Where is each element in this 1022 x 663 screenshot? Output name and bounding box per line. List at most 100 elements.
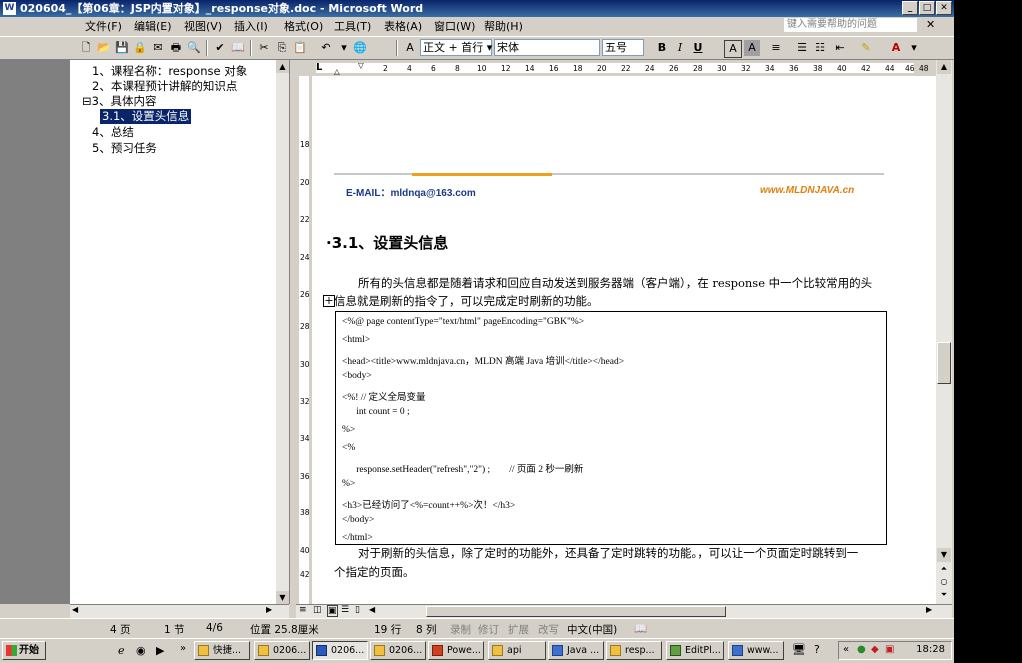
previous-page-icon[interactable]: ⏶ (937, 564, 951, 576)
email-icon[interactable]: ✉ (150, 40, 166, 56)
menu-format[interactable]: 格式(O) (284, 19, 323, 34)
open-folder-icon[interactable]: 📂 (96, 40, 112, 56)
first-line-indent-icon[interactable]: ▽ (358, 61, 364, 70)
highlight-icon[interactable]: ✎ (858, 40, 874, 56)
font-color-icon[interactable]: A (888, 40, 904, 56)
next-page-icon[interactable]: ⏷ (937, 590, 951, 602)
quicklaunch-more-icon[interactable]: » (180, 643, 186, 654)
undo-icon[interactable]: ↶ (318, 40, 334, 56)
minimize-icon[interactable]: _ (902, 1, 918, 15)
desktop-quicklaunch-icon[interactable]: ◉ (136, 644, 146, 657)
status-overtype[interactable]: 改写 (538, 622, 559, 637)
clock[interactable]: 18:28 (916, 644, 945, 655)
menu-file[interactable]: 文件(F) (85, 19, 122, 34)
menu-edit[interactable]: 编辑(E) (134, 19, 172, 34)
menu-window[interactable]: 窗口(W) (434, 19, 475, 34)
font-color-dropdown-icon[interactable]: ▾ (906, 40, 922, 56)
print-view-icon[interactable]: ▣ (327, 605, 338, 617)
close-icon[interactable]: ✕ (936, 1, 952, 15)
normal-view-icon[interactable]: ≡ (299, 605, 307, 615)
styles-icon[interactable]: A (402, 40, 418, 56)
taskbar-item[interactable]: EditPl... (666, 641, 724, 660)
media-quicklaunch-icon[interactable]: ▶ (156, 644, 164, 657)
taskbar-item[interactable]: www... (728, 641, 784, 660)
taskbar-item[interactable]: api (488, 641, 546, 660)
taskbar-item[interactable]: 0206... (370, 641, 426, 660)
taskbar-item-quick[interactable]: 快捷... (194, 641, 250, 660)
code-table[interactable]: <%@ page contentType="text/html" pageEnc… (335, 311, 887, 545)
bullets-icon[interactable]: ☷ (812, 40, 828, 56)
horizontal-scroll-thumb[interactable] (426, 606, 726, 617)
scroll-up-icon[interactable]: ▲ (937, 60, 951, 74)
menu-tools[interactable]: 工具(T) (334, 19, 371, 34)
save-icon[interactable]: 💾 (114, 40, 130, 56)
decrease-indent-icon[interactable]: ⇤ (832, 40, 848, 56)
menu-insert[interactable]: 插入(I) (234, 19, 268, 34)
volume-icon[interactable]: ▣ (885, 644, 894, 655)
outline-horizontal-scrollbar[interactable]: ◀ ▶ (70, 604, 289, 618)
bold-icon[interactable]: B (654, 40, 670, 56)
font-combo[interactable]: 宋体 (494, 39, 600, 56)
print-icon[interactable]: 🖶 (168, 40, 184, 56)
reading-view-icon[interactable]: ▯ (355, 605, 360, 615)
align-justify-icon[interactable]: ≡ (768, 40, 784, 56)
scroll-right-icon[interactable]: ▶ (266, 605, 272, 614)
start-button[interactable]: 开始 (2, 641, 46, 660)
vertical-ruler[interactable]: 18 20 22 24 26 28 30 32 34 36 38 40 42 (296, 60, 312, 604)
browse-object-icon[interactable]: ○ (937, 577, 951, 589)
tray-expand-icon[interactable]: « (843, 644, 849, 655)
help-question-input[interactable]: 键入需要帮助的问题 (784, 18, 917, 32)
scroll-up-icon[interactable]: ▲ (276, 60, 289, 73)
outline-item-course-name[interactable]: 1、课程名称：response 对象 (92, 64, 247, 79)
web-view-icon[interactable]: ◫ (313, 605, 322, 615)
char-shading-icon[interactable]: A (744, 40, 760, 56)
document-horizontal-scrollbar[interactable]: ≡ ◫ ▣ ☰ ▯ ◀ ▶ (296, 604, 952, 618)
word-app-icon[interactable]: W (3, 2, 16, 15)
outline-item-knowledge-points[interactable]: 2、本课程预计讲解的知识点 (92, 79, 237, 94)
underline-icon[interactable]: U (690, 40, 706, 56)
menu-table[interactable]: 表格(A) (384, 19, 422, 34)
menu-help[interactable]: 帮助(H) (484, 19, 523, 34)
italic-icon[interactable]: I (672, 40, 688, 56)
scroll-left-icon[interactable]: ◀ (72, 605, 78, 614)
tab-stop-icon[interactable]: L (316, 62, 322, 73)
spelling-icon[interactable]: ✔ (212, 40, 228, 56)
taskbar-item-word-active[interactable]: 0206... (312, 641, 368, 660)
document-vertical-scrollbar[interactable]: ▲ ▼ ⏶ ○ ⏷ (936, 60, 952, 604)
taskbar-item[interactable]: Java ... (548, 641, 604, 660)
permission-icon[interactable]: 🔒 (132, 40, 148, 56)
ie-quicklaunch-icon[interactable]: ℯ (118, 644, 125, 657)
taskbar-item[interactable]: Powe... (428, 641, 484, 660)
help-icon[interactable]: ? (814, 643, 820, 656)
undo-dropdown-icon[interactable]: ▾ (336, 40, 352, 56)
copy-icon[interactable]: ⎘ (274, 40, 290, 56)
outline-item-set-header[interactable]: 3.1、设置头信息 (100, 109, 192, 124)
scroll-down-icon[interactable]: ▼ (937, 548, 951, 562)
document-close-icon[interactable]: ✕ (926, 18, 935, 31)
status-extend[interactable]: 扩展 (508, 622, 529, 637)
hyperlink-icon[interactable]: 🌐 (352, 40, 368, 56)
maximize-icon[interactable]: □ (919, 1, 935, 15)
scroll-left-icon[interactable]: ◀ (369, 605, 375, 614)
taskbar-item[interactable]: resp... (606, 641, 662, 660)
table-move-handle-icon[interactable]: + (323, 295, 335, 307)
outline-item-summary[interactable]: 4、总结 (92, 125, 134, 140)
taskbar-item[interactable]: 0206... (254, 641, 310, 660)
new-document-icon[interactable]: 🗋 (78, 40, 94, 56)
document-page[interactable]: E-MAIL：mldnqa@163.com www.MLDNJAVA.cn ·3… (312, 76, 936, 604)
style-combo[interactable]: 正文 + 首行 ▾ (420, 39, 492, 56)
spelling-status-icon[interactable]: 📖 (634, 622, 647, 635)
print-preview-icon[interactable]: 🔍 (186, 40, 202, 56)
status-record[interactable]: 录制 (450, 622, 471, 637)
antivirus-icon[interactable]: ◆ (871, 644, 879, 655)
paste-icon[interactable]: 📋 (292, 40, 308, 56)
horizontal-ruler[interactable]: L ▽ △ 2 4 6 8 10 12 14 16 18 20 22 24 26… (296, 60, 936, 76)
menu-view[interactable]: 视图(V) (184, 19, 222, 34)
show-desktop-icon[interactable]: 🖥 (792, 643, 806, 656)
cut-icon[interactable]: ✂ (256, 40, 272, 56)
outline-vertical-scrollbar[interactable]: ▲ ▼ (276, 60, 289, 604)
outline-item-content[interactable]: ⊟3、具体内容 (82, 94, 156, 109)
network-icon[interactable]: ● (857, 644, 866, 655)
research-icon[interactable]: 📖 (230, 40, 246, 56)
hanging-indent-icon[interactable]: △ (334, 67, 340, 76)
